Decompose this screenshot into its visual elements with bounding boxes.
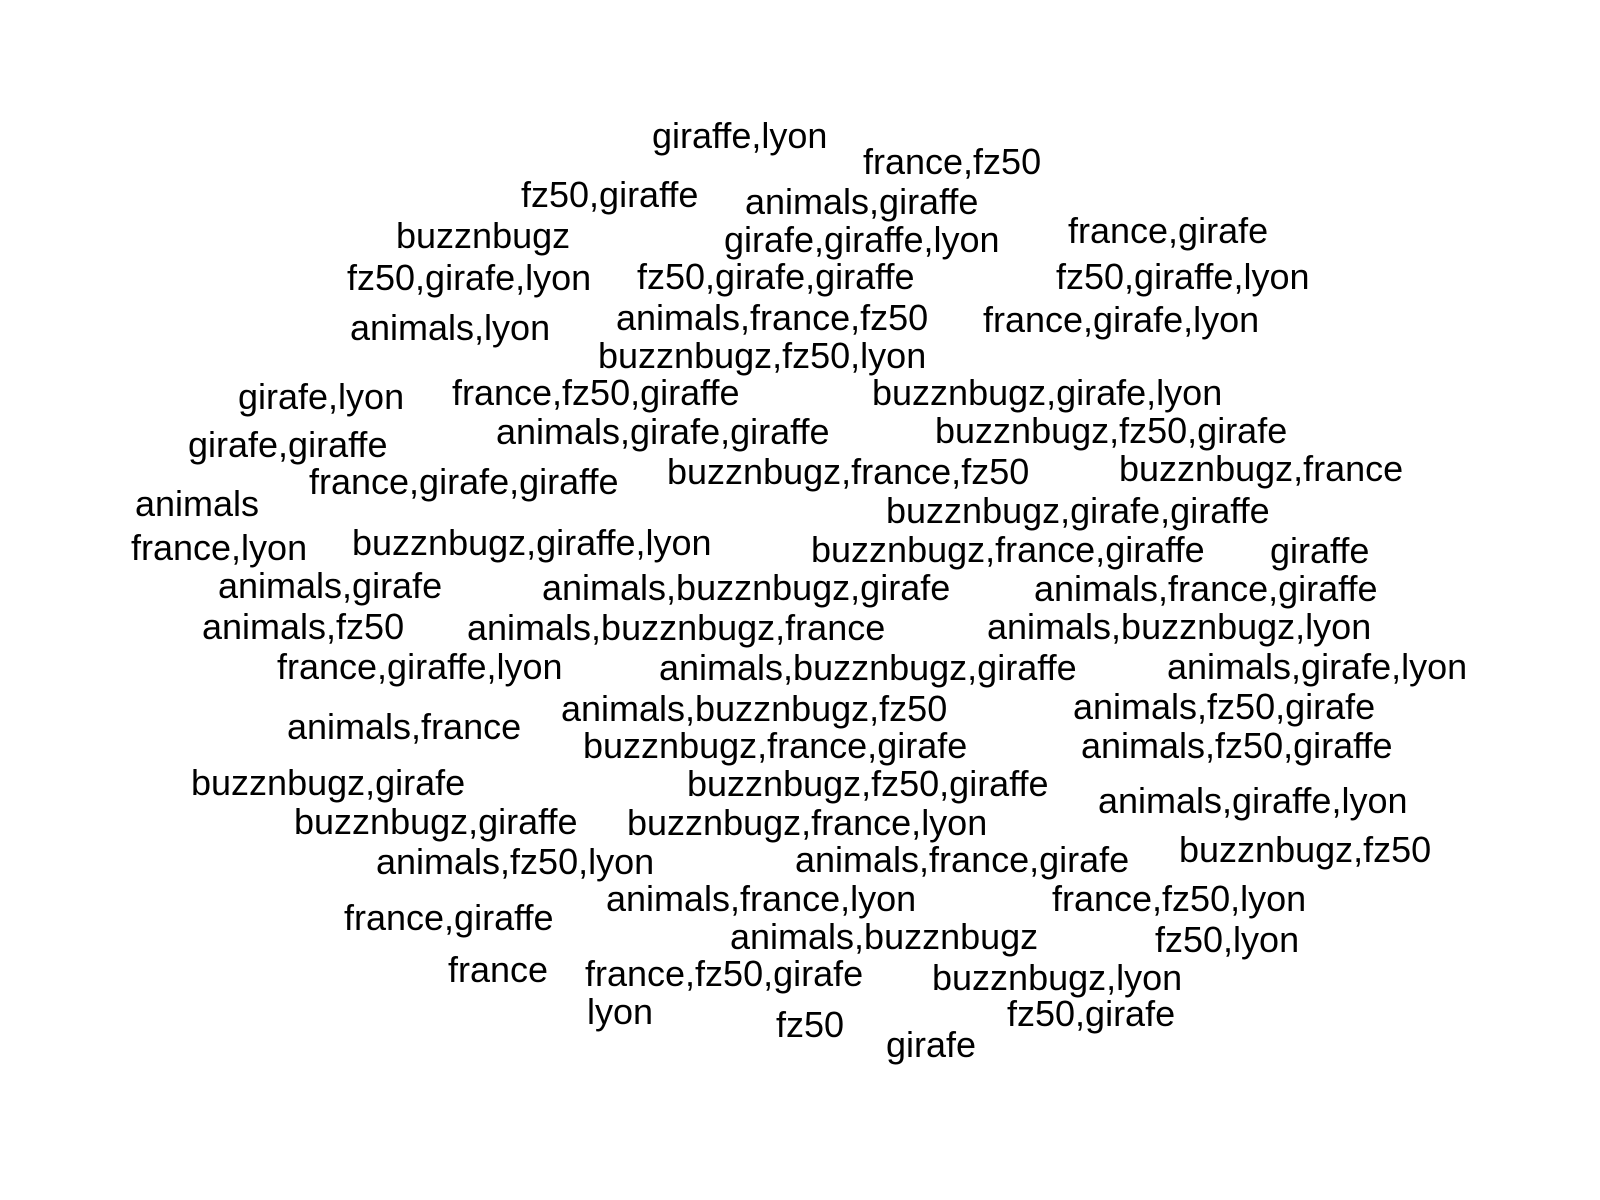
word-cloud-tag: buzznbugz bbox=[396, 215, 571, 256]
word-cloud-tag: animals,girafe,lyon bbox=[1167, 646, 1468, 687]
word-cloud-tag: buzznbugz,france,girafe bbox=[583, 725, 968, 766]
word-cloud-tag: buzznbugz,france,fz50 bbox=[667, 451, 1030, 492]
word-cloud-tag: buzznbugz,fz50,lyon bbox=[598, 335, 927, 376]
word-cloud-tag: animals,girafe,giraffe bbox=[496, 411, 830, 452]
word-cloud-tag: girafe,lyon bbox=[238, 376, 405, 417]
word-cloud-tag: animals,buzznbugz,fz50 bbox=[561, 688, 948, 729]
word-cloud-tag: fz50,lyon bbox=[1155, 919, 1300, 960]
word-cloud-tag: animals,buzznbugz,france bbox=[467, 607, 886, 648]
word-cloud-tag: girafe,giraffe bbox=[188, 424, 388, 465]
word-cloud-tag: animals,france,girafe bbox=[795, 839, 1130, 880]
word-cloud-tag: france,giraffe,lyon bbox=[277, 646, 563, 687]
word-cloud-tag: france,fz50,lyon bbox=[1052, 878, 1307, 919]
word-cloud-tag: fz50,girafe,giraffe bbox=[637, 256, 915, 297]
word-cloud-tag: animals,fz50 bbox=[202, 606, 405, 647]
word-cloud-tag: france,fz50,girafe bbox=[585, 953, 864, 994]
word-cloud-tag: animals,buzznbugz,girafe bbox=[542, 567, 951, 608]
word-cloud-tag: girafe bbox=[886, 1024, 977, 1065]
word-cloud-tag: animals,buzznbugz,lyon bbox=[987, 606, 1372, 647]
word-cloud-tag: france,girafe bbox=[1068, 210, 1269, 251]
word-cloud-tag: animals,france,giraffe bbox=[1034, 568, 1378, 609]
word-cloud-tag: buzznbugz,girafe,lyon bbox=[872, 372, 1223, 413]
word-cloud-tag: animals,girafe bbox=[218, 565, 443, 606]
word-cloud-tag: buzznbugz,giraffe,lyon bbox=[352, 522, 712, 563]
word-cloud-tag: animals,france,lyon bbox=[606, 878, 917, 919]
word-cloud-tag: animals,buzznbugz,giraffe bbox=[659, 647, 1077, 688]
word-cloud-tag: buzznbugz,fz50 bbox=[1179, 829, 1432, 870]
word-cloud-tag: buzznbugz,fz50,girafe bbox=[935, 410, 1288, 451]
word-cloud-tag: animals,buzznbugz bbox=[730, 916, 1039, 957]
word-cloud-tag: france bbox=[448, 949, 549, 990]
word-cloud-tag: animals,fz50,lyon bbox=[376, 841, 655, 882]
word-cloud-tag: fz50,girafe bbox=[1007, 993, 1176, 1034]
word-cloud-tag: buzznbugz,giraffe bbox=[294, 801, 578, 842]
word-cloud-tag: fz50,girafe,lyon bbox=[347, 257, 592, 298]
word-cloud-tag: animals,giraffe bbox=[745, 181, 979, 222]
word-cloud-tag: fz50,giraffe,lyon bbox=[1056, 256, 1310, 297]
word-cloud-tag: animals,giraffe,lyon bbox=[1098, 780, 1408, 821]
word-cloud-tag: fz50,giraffe bbox=[521, 174, 699, 215]
word-cloud-tag: animals,fz50,girafe bbox=[1073, 686, 1376, 727]
word-cloud-tag: buzznbugz,girafe bbox=[191, 762, 466, 803]
word-cloud-tag: buzznbugz,girafe,giraffe bbox=[886, 490, 1270, 531]
word-cloud-tag: giraffe bbox=[1270, 530, 1370, 571]
word-cloud-tag: france,giraffe bbox=[344, 897, 554, 938]
word-cloud-tag: france,fz50,giraffe bbox=[452, 372, 740, 413]
word-cloud-tag: buzznbugz,lyon bbox=[932, 957, 1183, 998]
word-cloud-tag: france,girafe,giraffe bbox=[309, 461, 619, 502]
word-cloud-tag: buzznbugz,fz50,giraffe bbox=[687, 763, 1049, 804]
word-cloud-tag: france,lyon bbox=[131, 527, 308, 568]
word-cloud-tag: lyon bbox=[587, 991, 654, 1032]
word-cloud-tag: buzznbugz,france,giraffe bbox=[811, 529, 1205, 570]
word-cloud-tag: fz50 bbox=[776, 1004, 845, 1045]
word-cloud-tag: buzznbugz,france,lyon bbox=[627, 802, 988, 843]
word-cloud-tag: buzznbugz,france bbox=[1119, 448, 1404, 489]
word-cloud-tag: animals,fz50,giraffe bbox=[1081, 725, 1393, 766]
word-cloud-tag: france,fz50 bbox=[863, 141, 1042, 182]
word-cloud-tag: animals,france bbox=[287, 706, 522, 747]
word-cloud-tag: giraffe,lyon bbox=[652, 115, 828, 156]
word-cloud: giraffe,lyon france,fz50 fz50,giraffe an… bbox=[0, 0, 1600, 1200]
word-cloud-tag: animals bbox=[135, 483, 260, 524]
word-cloud-tag: animals,lyon bbox=[350, 307, 551, 348]
word-cloud-tag: animals,france,fz50 bbox=[616, 297, 929, 338]
word-cloud-tag: girafe,giraffe,lyon bbox=[724, 219, 1000, 260]
word-cloud-tag: france,girafe,lyon bbox=[983, 299, 1260, 340]
